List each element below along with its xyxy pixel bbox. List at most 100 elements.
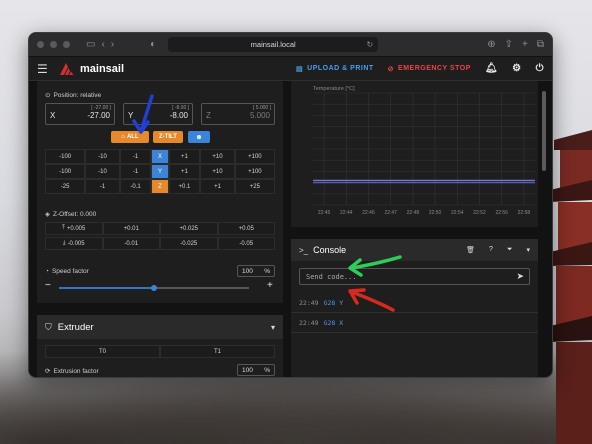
extruder-header[interactable]: ⛉ Extruder ▾	[37, 315, 283, 339]
power-icon[interactable]: ⏻	[536, 63, 544, 74]
jog-button[interactable]: -100	[45, 149, 86, 164]
tool-t0-button[interactable]: T0	[45, 345, 160, 358]
x-tick-label: 22:58	[518, 210, 531, 216]
close-window-button[interactable]	[37, 41, 44, 48]
reload-icon[interactable]: ↻	[366, 40, 373, 49]
send-icon[interactable]: ➤	[516, 271, 524, 282]
speed-factor-input[interactable]: 100 %	[237, 265, 275, 277]
speed-factor-label: Speed factor	[51, 268, 89, 275]
z-offset-value: -0.025	[180, 240, 198, 247]
extrusion-factor-input[interactable]: 100 %	[237, 364, 275, 376]
y-position-field[interactable]: [ -8.00 ] Y -8.00	[123, 103, 193, 125]
extruder-title: Extruder	[57, 321, 94, 333]
maximize-window-button[interactable]	[63, 41, 70, 48]
jog-button[interactable]: +100	[234, 164, 275, 179]
mainsail-logo	[60, 62, 74, 75]
trash-icon[interactable]: 🗑︎	[466, 246, 475, 254]
menu-icon[interactable]: ☰	[37, 62, 51, 76]
z-offset-button[interactable]: +0.05	[217, 222, 275, 235]
tool-t1-button[interactable]: T1	[160, 345, 275, 358]
jog-axis-x-button[interactable]: X	[151, 149, 169, 164]
jog-button[interactable]: +1	[168, 149, 201, 164]
pagoda-image	[550, 130, 592, 444]
upload-print-button[interactable]: ▤ UPLOAD & PRINT	[296, 65, 374, 73]
forward-icon[interactable]: ›	[111, 39, 114, 50]
z-offset-button[interactable]: +0.025	[160, 222, 218, 235]
z-offset-button[interactable]: ⤒ +0.005	[45, 222, 103, 235]
console-entry-command[interactable]: G28 X	[324, 319, 344, 327]
z-position-field[interactable]: [ 5.000 ] Z 5.000	[201, 103, 275, 125]
shield-icon[interactable]: ◐	[150, 39, 156, 50]
jog-button[interactable]: +1	[200, 179, 235, 194]
console-entry-command[interactable]: G28 Y	[324, 299, 344, 307]
jog-button[interactable]: -1	[119, 164, 152, 179]
left-column: ⊙ Position: relative [ -27.00 ] X -27.00…	[37, 81, 283, 377]
jog-button[interactable]: -100	[45, 164, 86, 179]
jog-button[interactable]: +100	[234, 149, 275, 164]
jog-button[interactable]: -1	[85, 179, 120, 194]
z-offset-button[interactable]: ⤓ -0.005	[45, 237, 103, 250]
z-offset-button[interactable]: -0.05	[217, 237, 275, 250]
y-label: Y	[128, 111, 134, 120]
console-entry-time: 22:49	[299, 318, 319, 327]
jog-button[interactable]: -10	[85, 149, 120, 164]
speed-slider-track[interactable]	[154, 287, 249, 289]
help-icon[interactable]: ?	[489, 246, 493, 254]
emergency-stop-button[interactable]: ⊘ EMERGENCY STOP	[388, 65, 471, 73]
jog-axis-y-button[interactable]: Y	[151, 164, 169, 179]
jog-button[interactable]: +10	[200, 164, 235, 179]
z-offset-value: +0.01	[123, 225, 139, 232]
z-offset-value: -0.005	[67, 240, 85, 247]
x-tick-label: 22:48	[407, 210, 420, 216]
speed-slider-thumb[interactable]	[151, 285, 157, 291]
extrusion-icon: ⟳	[45, 368, 51, 375]
jog-button[interactable]: +1	[168, 164, 201, 179]
home-all-button[interactable]: ⌂ ALL	[111, 131, 149, 143]
speed-increase-icon[interactable]: +	[267, 280, 273, 291]
console-header: >_ Console 🗑︎ ? ⏷ ▾	[291, 239, 538, 261]
jog-button[interactable]: +10	[200, 149, 235, 164]
z-value: 5.000	[249, 111, 270, 120]
z-offset-button[interactable]: -0.01	[102, 237, 160, 250]
tabs-overview-icon[interactable]: ⧉	[537, 39, 544, 50]
file-upload-icon: ▤	[296, 65, 304, 73]
share-icon[interactable]: ⇪	[505, 39, 513, 50]
page-scrollbar[interactable]	[542, 91, 546, 171]
jog-button[interactable]: -25	[45, 179, 86, 194]
browser-titlebar: ▭ ‹ › ◐ mainsail.local ↻ ⊕ ⇪ + ⧉	[29, 33, 552, 57]
jog-axis-z-button[interactable]: Z	[151, 179, 169, 194]
extruder-icon: ⛉	[45, 321, 52, 332]
speed-factor-unit: %	[264, 267, 270, 275]
notifications-icon[interactable]: 🔔︎	[485, 63, 498, 74]
jog-button[interactable]: -0.1	[119, 179, 152, 194]
jog-button[interactable]: -10	[85, 164, 120, 179]
address-bar[interactable]: mainsail.local ↻	[168, 37, 379, 52]
chevron-down-icon[interactable]: ▾	[271, 323, 275, 332]
new-tab-icon[interactable]: +	[522, 39, 528, 50]
jog-button[interactable]: +0.1	[168, 179, 201, 194]
z-tilt-button[interactable]: Z-TILT	[153, 131, 183, 143]
chevron-down-icon[interactable]: ▾	[526, 246, 530, 254]
sidebar-icon[interactable]: ▭	[86, 39, 95, 50]
filter-icon[interactable]: ⏷	[507, 246, 513, 254]
x-tick-label: 22:47	[384, 210, 397, 216]
x-tick-label: 22:52	[473, 210, 486, 216]
arrow-up-icon: ⤒	[62, 225, 65, 231]
minimize-window-button[interactable]	[50, 41, 57, 48]
download-icon[interactable]: ⊕	[487, 39, 495, 50]
z-offset-button[interactable]: +0.01	[102, 222, 160, 235]
x-position-field[interactable]: [ -27.00 ] X -27.00	[45, 103, 115, 125]
speed-decrease-icon[interactable]: −	[45, 280, 51, 291]
browser-window: ▭ ‹ › ◐ mainsail.local ↻ ⊕ ⇪ + ⧉ ☰ mains…	[28, 32, 553, 378]
speed-factor-value: 100	[242, 267, 253, 275]
jog-button[interactable]: -1	[119, 149, 152, 164]
z-tilt-label: Z-TILT	[159, 134, 177, 140]
console-input[interactable]: Send code... ➤	[299, 268, 530, 285]
settings-icon[interactable]: ⚙	[512, 63, 521, 74]
position-mode[interactable]: ⊙ Position: relative	[45, 91, 101, 100]
console-placeholder: Send code...	[306, 273, 357, 281]
back-icon[interactable]: ‹	[101, 39, 104, 50]
z-offset-button[interactable]: -0.025	[160, 237, 218, 250]
motors-off-button[interactable]: ⊗	[188, 131, 210, 143]
jog-button[interactable]: +25	[234, 179, 275, 194]
